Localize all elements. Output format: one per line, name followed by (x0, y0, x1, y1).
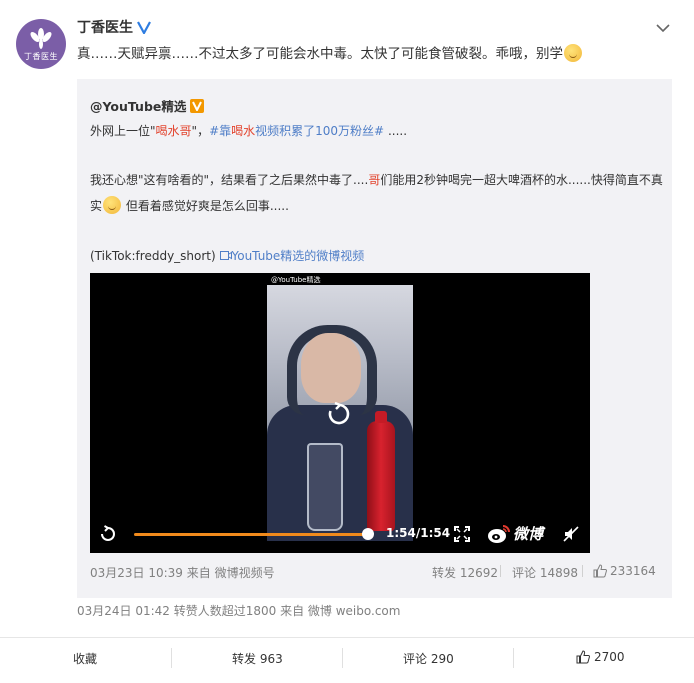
video-link-icon (219, 251, 232, 260)
red-bottle (367, 411, 395, 531)
video-watermark: @YouTube精选 (271, 276, 321, 284)
repost-line-1: 外网上一位"喝水哥"，#靠喝水视频积累了100万粉丝# ..... (90, 122, 407, 139)
video-controls: 1:54/1:54 微博 (90, 521, 590, 547)
repost-author-text[interactable]: @YouTube精选 (90, 96, 186, 115)
replay-button-icon[interactable] (99, 525, 117, 543)
post-text-content: 真……天赋异禀……不过太多了可能会水中毒。太快了可能食管破裂。乖哦，别学 (77, 46, 563, 62)
text-fragment: 外网上一位" (90, 124, 156, 138)
video-time: 1:54/1:54 (386, 526, 451, 540)
comment-button[interactable]: 评论 290 (403, 650, 454, 667)
divider (171, 648, 172, 668)
replay-icon[interactable] (326, 401, 352, 427)
reposted-card: @YouTube精选 外网上一位"喝水哥"，#靠喝水视频积累了100万粉丝# .… (77, 79, 672, 598)
divider (342, 648, 343, 668)
repost-button[interactable]: 转发 963 (232, 650, 283, 667)
action-bar: 收藏 转发 963 评论 290 2700 (0, 638, 694, 678)
video-link[interactable]: YouTube精选的微博视频 (219, 249, 364, 263)
post-text: 真……天赋异禀……不过太多了可能会水中毒。太快了可能食管破裂。乖哦，别学 (77, 44, 677, 63)
thumbs-up-icon (593, 564, 607, 578)
author-name-text[interactable]: 丁香医生 (77, 17, 133, 37)
like-count-text: 233164 (610, 564, 656, 578)
progress-knob[interactable] (362, 528, 374, 540)
keyword-highlight: 喝水哥 (155, 124, 192, 138)
repost-author[interactable]: @YouTube精选 (90, 96, 205, 115)
weibo-logo: 微博 (487, 523, 543, 544)
repost-line-3: 实 但看着感觉好爽是怎么回事..... (90, 196, 289, 214)
thumbs-up-icon (576, 650, 590, 664)
weibo-eye-icon (488, 524, 510, 543)
video-player[interactable]: @YouTube精选 1:54/1:54 微博 (90, 273, 590, 553)
smile-emoji-icon (564, 44, 582, 62)
favorite-button[interactable]: 收藏 (73, 650, 97, 667)
laughing-emoji-icon (103, 196, 122, 214)
progress-bar[interactable] (134, 533, 368, 536)
author-name[interactable]: 丁香医生 (77, 17, 151, 37)
fullscreen-icon[interactable] (454, 526, 470, 542)
comment-count[interactable]: 评论 14898 (512, 564, 578, 581)
lilac-flower-icon (30, 28, 52, 49)
weibo-logo-text: 微博 (513, 525, 544, 543)
text-fragment: "， (191, 124, 210, 138)
source-line: (TikTok:freddy_short) YouTube精选的微博视频 (90, 247, 364, 264)
divider (582, 565, 583, 577)
post-timestamp: 03月24日 01:42 转赞人数超过1800 来自 微博 weibo.com (77, 604, 401, 618)
mute-icon[interactable] (563, 526, 579, 542)
avatar-label: 丁香医生 (24, 52, 58, 61)
person-head (301, 333, 361, 403)
verified-icon (137, 20, 151, 34)
keyword-highlight: 哥 (368, 173, 381, 187)
repost-line-2: 我还心想"这有啥看的"，结果看了之后果然中毒了....哥们能用2秒钟喝完一超大啤… (90, 173, 663, 187)
beer-glass (307, 443, 343, 531)
chevron-down-icon[interactable] (654, 19, 672, 37)
hashtag-link[interactable]: #靠喝水视频积累了100万粉丝# (209, 124, 384, 138)
divider (500, 565, 501, 577)
repost-count[interactable]: 转发 12692 (432, 564, 498, 581)
text-fragment: ..... (384, 124, 408, 138)
orange-verified-icon (190, 98, 205, 113)
repost-meta: 03月23日 10:39 来自 微博视频号 (90, 566, 275, 580)
avatar[interactable]: 丁香医生 (16, 19, 66, 69)
like-button-count: 2700 (594, 650, 625, 664)
like-count[interactable]: 233164 (593, 564, 656, 578)
divider (513, 648, 514, 668)
like-button[interactable]: 2700 (576, 650, 625, 664)
source-text: (TikTok:freddy_short) (90, 249, 220, 263)
